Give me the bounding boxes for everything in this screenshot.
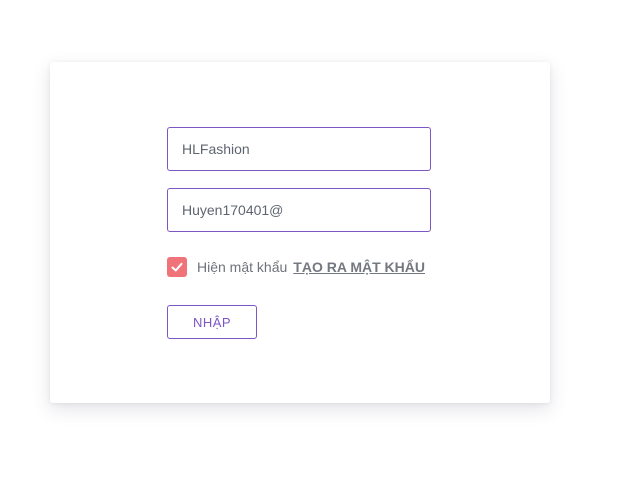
login-card: Hiện mật khẩu TẠO RA MẬT KHẨU NHẬP <box>50 62 550 403</box>
show-password-checkbox[interactable] <box>167 257 187 277</box>
create-password-link[interactable]: TẠO RA MẬT KHẨU <box>293 259 425 275</box>
submit-button[interactable]: NHẬP <box>167 305 257 339</box>
username-input[interactable] <box>168 128 430 170</box>
page: Hiện mật khẩu TẠO RA MẬT KHẨU NHẬP <box>0 0 619 478</box>
password-input[interactable] <box>168 189 430 231</box>
check-icon <box>171 262 183 272</box>
username-field[interactable] <box>167 127 431 171</box>
show-password-label[interactable]: Hiện mật khẩu <box>197 259 287 275</box>
password-field[interactable] <box>167 188 431 232</box>
show-password-row: Hiện mật khẩu TẠO RA MẬT KHẨU <box>167 257 425 277</box>
